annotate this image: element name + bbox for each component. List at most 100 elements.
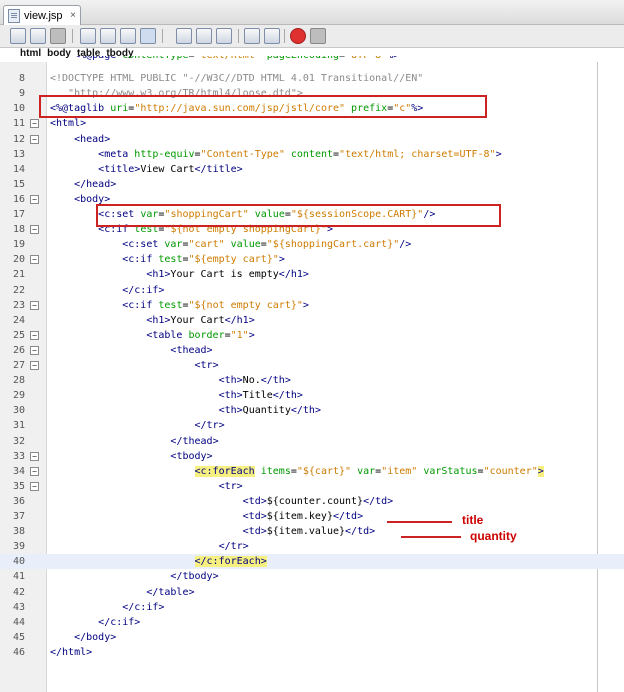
fold-toggle-icon[interactable]: − [30, 255, 39, 265]
toolbar-separator [72, 29, 73, 43]
shift-right-icon[interactable] [264, 28, 280, 44]
code-text: </html> [50, 646, 93, 658]
code-line[interactable]: 34− <c:forEach items="${cart}" var="item… [0, 464, 624, 479]
line-number: 16 [12, 193, 25, 205]
code-text: <meta http-equiv="Content-Type" content=… [98, 148, 502, 160]
code-line[interactable]: 14 <title>View Cart</title> [0, 162, 624, 177]
code-line[interactable]: 22 </c:if> [0, 283, 624, 298]
stop-macro-icon[interactable] [310, 28, 326, 44]
code-line[interactable]: 26− <thead> [0, 343, 624, 358]
line-number: 42 [12, 586, 25, 598]
code-line[interactable]: 8 <!DOCTYPE HTML PUBLIC "-//W3C//DTD HTML… [0, 71, 624, 86]
code-line[interactable]: 21 <h1>Your Cart is empty</h1> [0, 267, 624, 282]
code-line[interactable]: 20− <c:if test="${empty cart}"> [0, 252, 624, 267]
code-line[interactable]: 11− <html> [0, 116, 624, 131]
code-text: <c:if test="${empty cart}"> [122, 254, 285, 266]
previous-bookmark-icon[interactable] [176, 28, 192, 44]
code-text: <title>View Cart</title> [98, 163, 243, 175]
code-line[interactable]: 46 </html> [0, 645, 624, 660]
code-line[interactable]: 39 </tr> [0, 539, 624, 554]
code-line[interactable]: <%@page contentType="text/html" pageEnco… [0, 56, 624, 63]
code-line[interactable]: 24 <h1>Your Cart</h1> [0, 313, 624, 328]
editor-tab-bar: view.jsp × [0, 0, 624, 25]
line-number: 11 [12, 118, 25, 130]
fold-toggle-icon[interactable]: − [30, 194, 39, 204]
title-annotation: title [462, 513, 484, 527]
fold-toggle-icon[interactable]: − [30, 466, 39, 476]
code-line[interactable]: 45 </body> [0, 630, 624, 645]
quantity-annotation: quantity [470, 529, 517, 543]
code-line[interactable]: 31 </tr> [0, 418, 624, 433]
code-line[interactable]: 43 </c:if> [0, 600, 624, 615]
code-line[interactable]: 29 <th>Title</th> [0, 388, 624, 403]
line-number: 29 [12, 390, 25, 402]
code-line[interactable]: 23− <c:if test="${not empty cart}"> [0, 298, 624, 313]
code-line[interactable]: 42 </table> [0, 585, 624, 600]
code-line[interactable]: 12− <head> [0, 132, 624, 147]
line-number: 13 [12, 148, 25, 160]
code-line[interactable]: 40 </c:forEach> [0, 554, 624, 570]
line-number: 15 [12, 178, 25, 190]
code-text: <thead> [170, 344, 213, 356]
line-number: 18 [12, 224, 25, 236]
last-edit-icon[interactable] [10, 28, 26, 44]
line-number: 24 [12, 314, 25, 326]
fold-toggle-icon[interactable]: − [30, 481, 39, 491]
find-icon[interactable] [80, 28, 96, 44]
back-icon[interactable] [30, 28, 46, 44]
code-line[interactable]: 44 </c:if> [0, 615, 624, 630]
close-icon[interactable]: × [70, 10, 76, 21]
code-line[interactable]: 30 <th>Quantity</th> [0, 403, 624, 418]
fold-toggle-icon[interactable]: − [30, 345, 39, 355]
code-text: </tr> [194, 420, 225, 432]
fold-toggle-icon[interactable]: − [30, 300, 39, 310]
code-line[interactable]: 32 </thead> [0, 434, 624, 449]
line-number: 34 [12, 465, 25, 477]
code-line[interactable]: 36 <td>${counter.count}</td> [0, 494, 624, 509]
code-line[interactable]: 37 <td>${item.key}</td> [0, 509, 624, 524]
forward-icon[interactable] [50, 28, 66, 44]
quantity-arrow [401, 536, 461, 538]
toggle-bookmark-icon[interactable] [216, 28, 232, 44]
code-line[interactable]: 13 <meta http-equiv="Content-Type" conte… [0, 147, 624, 162]
shift-left-icon[interactable] [244, 28, 260, 44]
code-line[interactable]: 15 </head> [0, 177, 624, 192]
code-line[interactable]: 35− <tr> [0, 479, 624, 494]
code-text: <th>Quantity</th> [218, 405, 321, 417]
code-line[interactable]: 27− <tr> [0, 358, 624, 373]
code-line[interactable]: 33− <tbody> [0, 449, 624, 464]
code-text: </head> [74, 178, 117, 190]
next-bookmark-icon[interactable] [196, 28, 212, 44]
code-line[interactable]: 38 <td>${item.value}</td> [0, 524, 624, 539]
code-line[interactable]: 41 </tbody> [0, 569, 624, 584]
line-number: 32 [12, 435, 25, 447]
c-set-highlight-box [96, 204, 501, 227]
code-line[interactable]: 19 <c:set var="cart" value="${shoppingCa… [0, 237, 624, 252]
fold-toggle-icon[interactable]: − [30, 134, 39, 144]
code-text: <table border="1"> [146, 329, 255, 341]
code-line[interactable]: 25− <table border="1"> [0, 328, 624, 343]
taglib-highlight-box [39, 95, 487, 118]
code-text: <tbody> [170, 450, 213, 462]
tab-view-jsp[interactable]: view.jsp × [3, 5, 81, 25]
toolbar-separator [284, 29, 285, 43]
line-number: 38 [12, 526, 25, 538]
fold-toggle-icon[interactable]: − [30, 361, 39, 370]
line-number: 21 [12, 269, 25, 281]
editor-toolbar [0, 25, 624, 48]
find-next-icon[interactable] [120, 28, 136, 44]
fold-toggle-icon[interactable]: − [30, 451, 39, 461]
start-macro-icon[interactable] [290, 28, 306, 44]
line-number: 19 [12, 239, 25, 251]
code-text: </tbody> [170, 571, 219, 583]
fold-toggle-icon[interactable]: − [30, 225, 39, 235]
find-previous-icon[interactable] [100, 28, 116, 44]
line-number: 25 [12, 329, 25, 341]
fold-toggle-icon[interactable]: − [30, 119, 39, 129]
code-line[interactable]: 28 <th>No.</th> [0, 373, 624, 388]
tab-label: view.jsp [24, 9, 63, 22]
code-text: <c:if test="${not empty cart}"> [122, 299, 309, 311]
fold-toggle-icon[interactable]: − [30, 330, 39, 340]
toggle-highlight-icon[interactable] [140, 28, 156, 44]
line-number: 20 [12, 254, 25, 266]
